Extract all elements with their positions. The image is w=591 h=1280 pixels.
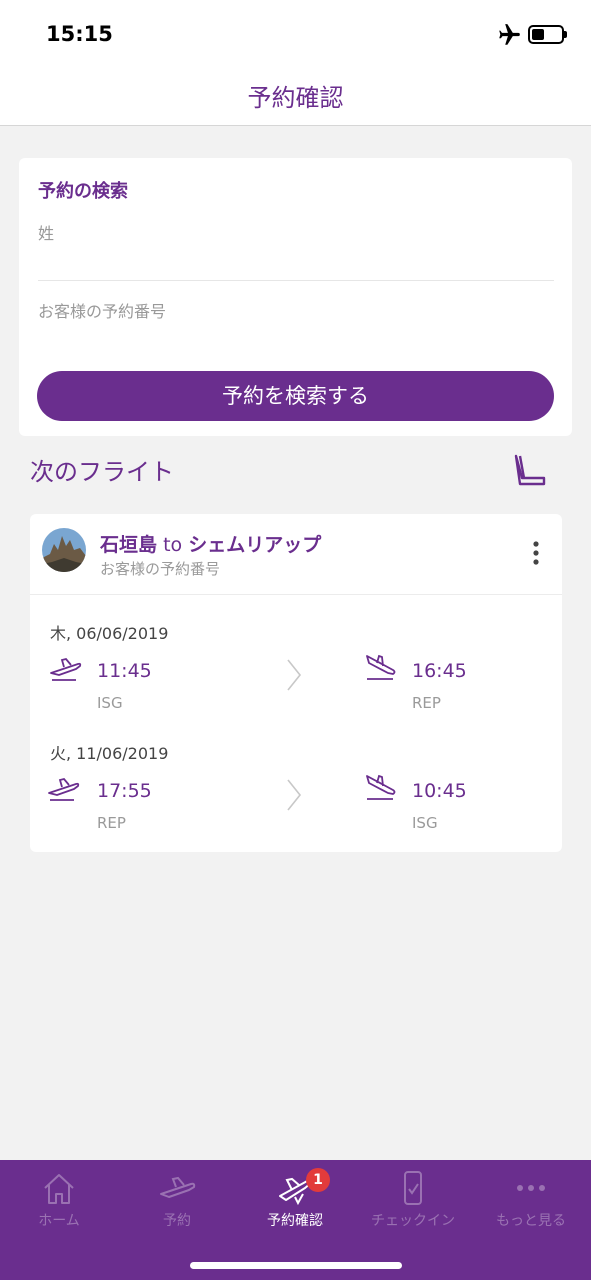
battery-tip <box>564 31 567 38</box>
departure-icon <box>50 657 82 681</box>
home-indicator[interactable] <box>190 1262 402 1269</box>
arrival-icon <box>366 654 396 680</box>
route-title: 石垣島 to シェムリアップ <box>100 534 322 556</box>
destination-thumbnail <box>42 528 86 572</box>
tab-label: チェックイン <box>371 1213 455 1229</box>
arrival-time: 16:45 <box>412 660 467 682</box>
arrival-code: REP <box>412 694 441 712</box>
tab-more[interactable]: もっと見る <box>472 1160 590 1240</box>
tab-manage-booking[interactable]: 1 予約確認 <box>236 1160 354 1240</box>
booking-number-field[interactable]: お客様の予約番号 <box>38 298 166 322</box>
booking-number-label: お客様の予約番号 <box>100 560 221 578</box>
more-dots-icon <box>517 1185 545 1191</box>
chevron-right-icon <box>287 659 302 691</box>
tab-label: 予約 <box>163 1213 191 1229</box>
plane-icon <box>160 1176 196 1198</box>
departure-icon <box>48 777 80 801</box>
seat-icon[interactable] <box>510 452 550 488</box>
departure-time: 11:45 <box>97 660 152 682</box>
tab-checkin[interactable]: チェックイン <box>354 1160 472 1240</box>
search-card-title: 予約の検索 <box>38 181 128 202</box>
departure-code: ISG <box>97 694 123 712</box>
field-divider <box>38 280 554 281</box>
notification-badge: 1 <box>306 1168 330 1192</box>
more-options-icon[interactable] <box>526 540 546 566</box>
phone-check-icon <box>404 1171 422 1205</box>
departure-code: REP <box>97 814 126 832</box>
tab-label: もっと見る <box>496 1213 566 1229</box>
battery-icon <box>528 25 564 44</box>
nav-bar: 予約確認 <box>0 64 591 126</box>
tab-label: ホーム <box>38 1213 80 1229</box>
home-icon <box>44 1174 74 1204</box>
chevron-right-icon <box>287 779 302 811</box>
flight-card[interactable]: 石垣島 to シェムリアップ お客様の予約番号 木, 06/06/2019 11… <box>30 514 562 852</box>
leg-date: 木, 06/06/2019 <box>50 624 169 643</box>
leg-date: 火, 11/06/2019 <box>50 744 169 763</box>
page-title: 予約確認 <box>247 84 344 112</box>
upcoming-flights-title: 次のフライト <box>30 458 174 486</box>
tab-label: 予約確認 <box>267 1213 323 1229</box>
status-bar: 15:15 <box>0 0 591 64</box>
status-time: 15:15 <box>46 22 113 46</box>
arrival-time: 10:45 <box>412 780 467 802</box>
airplane-mode-icon <box>499 24 520 45</box>
departure-time: 17:55 <box>97 780 152 802</box>
booking-search-card: 予約の検索 姓 お客様の予約番号 予約を検索する <box>19 158 572 436</box>
arrival-icon <box>366 774 396 800</box>
last-name-field[interactable]: 姓 <box>38 220 54 244</box>
arrival-code: ISG <box>412 814 438 832</box>
card-divider <box>30 594 562 595</box>
tab-home[interactable]: ホーム <box>0 1160 118 1240</box>
tab-booking[interactable]: 予約 <box>118 1160 236 1240</box>
search-booking-button[interactable]: 予約を検索する <box>37 371 554 421</box>
